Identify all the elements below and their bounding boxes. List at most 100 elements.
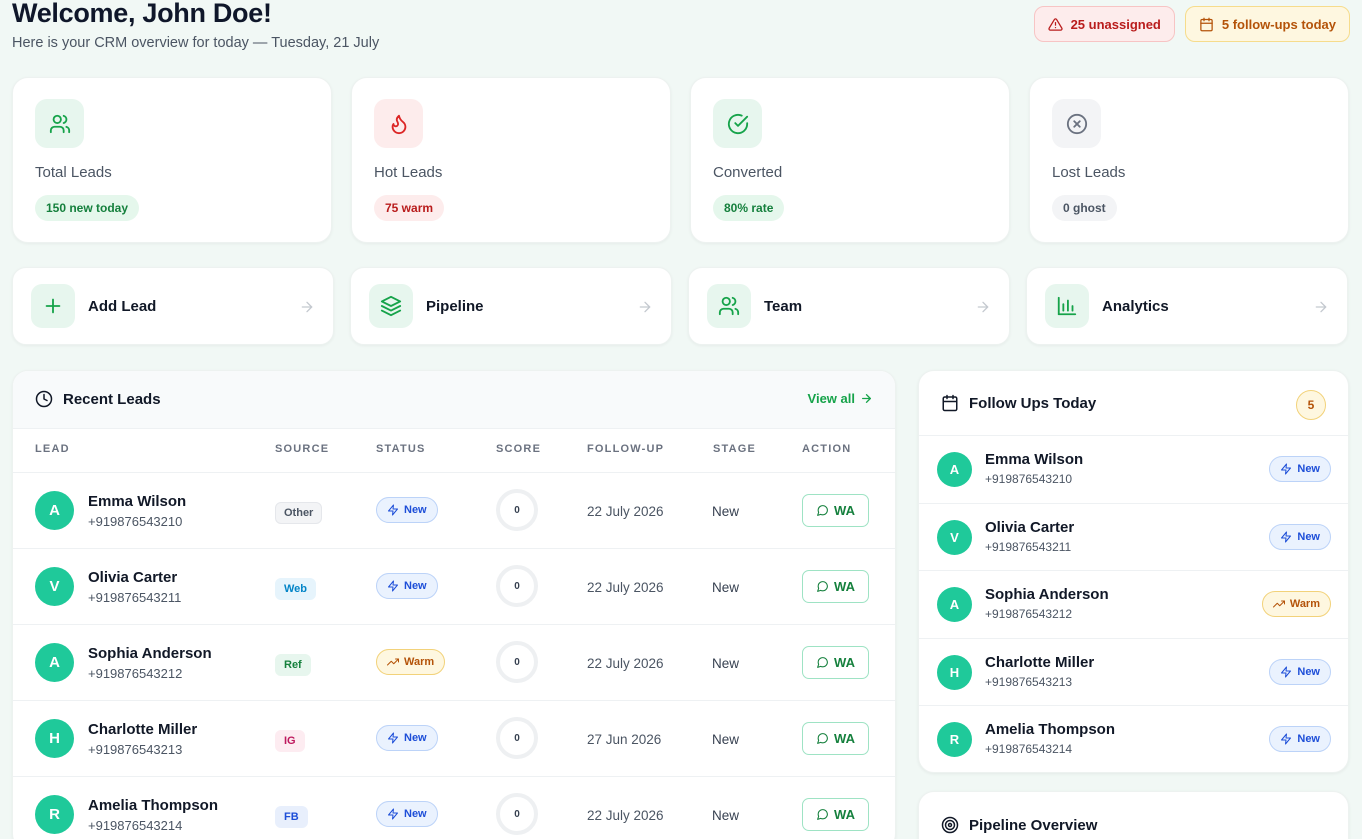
stat-card-hot-leads[interactable]: Hot Leads 75 warm xyxy=(351,77,671,243)
list-item[interactable]: R Amelia Thompson +919876543214 New xyxy=(919,706,1348,772)
whatsapp-button[interactable]: WA xyxy=(802,570,869,603)
whatsapp-label: WA xyxy=(834,655,855,670)
whatsapp-button[interactable]: WA xyxy=(802,798,869,831)
column-header-follow-up: FOLLOW-UP xyxy=(587,443,665,455)
column-header-score: SCORE xyxy=(496,443,542,455)
recent-leads-header: Recent Leads View all xyxy=(13,371,895,429)
zap-icon xyxy=(388,504,398,516)
page-header: Welcome, John Doe! Here is your CRM over… xyxy=(12,0,1350,60)
clock-icon xyxy=(35,390,53,408)
team-button[interactable]: Team xyxy=(688,267,1010,345)
stat-pill: 150 new today xyxy=(35,195,140,221)
status-label: Warm xyxy=(404,656,435,668)
action-icon-wrap xyxy=(1045,284,1089,328)
check-circle-icon xyxy=(727,113,748,134)
view-all-label: View all xyxy=(807,391,855,406)
trending-up-icon xyxy=(387,658,399,666)
follow-ups-title: Follow Ups Today xyxy=(941,394,1096,412)
avatar: R xyxy=(35,795,74,834)
alert-label: 5 follow-ups today xyxy=(1221,16,1336,32)
status-badge: New xyxy=(1269,726,1331,752)
status-label: New xyxy=(404,732,427,744)
stat-card-converted[interactable]: Converted 80% rate xyxy=(690,77,1010,243)
stat-pill: 75 warm xyxy=(374,195,445,221)
status-badge: New xyxy=(376,725,438,751)
unassigned-alert-badge[interactable]: 25 unassigned xyxy=(1033,6,1175,42)
avatar: A xyxy=(937,587,972,622)
pipeline-button[interactable]: Pipeline xyxy=(350,267,672,345)
calendar-icon xyxy=(1200,17,1213,31)
quick-actions: Add Lead Pipeline Team Analytics xyxy=(12,267,1348,345)
column-header-lead: LEAD xyxy=(35,443,70,455)
table-row[interactable]: H Charlotte Miller +919876543213 IG New 0 27 J… xyxy=(13,701,895,777)
panel-title-text: Follow Ups Today xyxy=(969,394,1097,412)
source-badge: Other xyxy=(275,502,323,524)
table-row[interactable]: R Amelia Thompson +919876543214 FB New 0 22 Ju… xyxy=(13,777,895,839)
lead-phone: +919876543214 xyxy=(985,742,1073,756)
lead-name[interactable]: Amelia Thompson xyxy=(88,797,218,814)
whatsapp-button[interactable]: WA xyxy=(802,722,869,755)
zap-icon xyxy=(1281,666,1292,677)
recent-leads-table-body: A Emma Wilson +919876543210 Other New 0 22 Jul… xyxy=(13,473,895,839)
status-badge: New xyxy=(376,497,438,523)
whatsapp-label: WA xyxy=(834,807,855,822)
stat-icon-wrap xyxy=(713,99,762,148)
stage-text: New xyxy=(712,732,740,747)
alert-badges: 25 unassigned 5 follow-ups today xyxy=(1033,6,1350,42)
table-row[interactable]: A Emma Wilson +919876543210 Other New 0 22 Jul… xyxy=(13,473,895,549)
lead-name[interactable]: Emma Wilson xyxy=(88,493,186,510)
lead-name: Charlotte Miller xyxy=(985,653,1095,671)
view-all-link[interactable]: View all xyxy=(808,391,873,406)
whatsapp-label: WA xyxy=(834,579,855,594)
lead-phone: +919876543210 xyxy=(88,514,183,529)
whatsapp-button[interactable]: WA xyxy=(802,494,869,527)
table-header: LEAD SOURCE STATUS SCORE FOLLOW-UP STAGE… xyxy=(13,429,895,473)
status-label: New xyxy=(404,808,427,820)
zap-icon xyxy=(1281,733,1292,745)
follow-up-date: 22 July 2026 xyxy=(587,656,664,671)
whatsapp-button[interactable]: WA xyxy=(802,646,869,679)
lead-name: Emma Wilson xyxy=(985,451,1084,468)
status-label: New xyxy=(1297,530,1320,543)
stage-text: New xyxy=(712,580,740,595)
score-ring: 0 xyxy=(496,717,538,759)
stats-row: Total Leads 150 new today Hot Leads 75 w… xyxy=(12,77,1349,243)
recent-leads-title: Recent Leads xyxy=(35,390,161,408)
table-row[interactable]: V Olivia Carter +919876543211 Web New 0 22 Jul… xyxy=(13,549,895,625)
avatar: A xyxy=(35,491,74,530)
flame-icon xyxy=(391,114,406,134)
lead-phone: +919876543212 xyxy=(88,666,183,681)
analytics-button[interactable]: Analytics xyxy=(1026,267,1348,345)
follow-up-date: 27 Jun 2026 xyxy=(587,732,662,747)
pipeline-overview-panel: Pipeline Overview xyxy=(918,791,1349,839)
list-item[interactable]: H Charlotte Miller +919876543213 New xyxy=(919,639,1348,706)
source-badge: Web xyxy=(275,578,317,600)
add-lead-button[interactable]: Add Lead xyxy=(12,267,334,345)
lead-name[interactable]: Sophia Anderson xyxy=(88,645,212,662)
warning-triangle-icon xyxy=(1047,17,1063,31)
stat-pill: 80% rate xyxy=(713,195,785,221)
follow-up-date: 22 July 2026 xyxy=(587,580,664,595)
stat-card-lost-leads[interactable]: Lost Leads 0 ghost xyxy=(1029,77,1349,243)
status-badge: Warm xyxy=(1261,591,1331,617)
message-circle-icon xyxy=(817,809,828,820)
list-item[interactable]: V Olivia Carter +919876543211 New xyxy=(919,504,1348,571)
status-badge: New xyxy=(1269,523,1331,550)
follow-ups-header: Follow Ups Today 5 xyxy=(919,371,1348,436)
lead-name[interactable]: Olivia Carter xyxy=(88,569,177,586)
list-item[interactable]: A Sophia Anderson +919876543212 Warm xyxy=(919,571,1348,639)
arrow-right-icon xyxy=(1315,301,1327,313)
stat-card-total-leads[interactable]: Total Leads 150 new today xyxy=(12,77,332,243)
stat-label: Converted xyxy=(713,164,783,181)
stage-text: New xyxy=(712,808,740,823)
arrow-right-icon xyxy=(977,301,989,313)
followups-alert-badge[interactable]: 5 follow-ups today xyxy=(1184,6,1350,42)
status-label: New xyxy=(1297,733,1320,745)
score-ring: 0 xyxy=(496,641,538,683)
lead-name[interactable]: Charlotte Miller xyxy=(88,721,197,738)
score-ring: 0 xyxy=(496,565,538,607)
lead-phone: +919876543210 xyxy=(985,472,1073,486)
table-row[interactable]: A Sophia Anderson +919876543212 Ref Warm 0 22 … xyxy=(13,625,895,701)
column-header-stage: STAGE xyxy=(713,443,757,455)
list-item[interactable]: A Emma Wilson +919876543210 New xyxy=(919,436,1348,504)
